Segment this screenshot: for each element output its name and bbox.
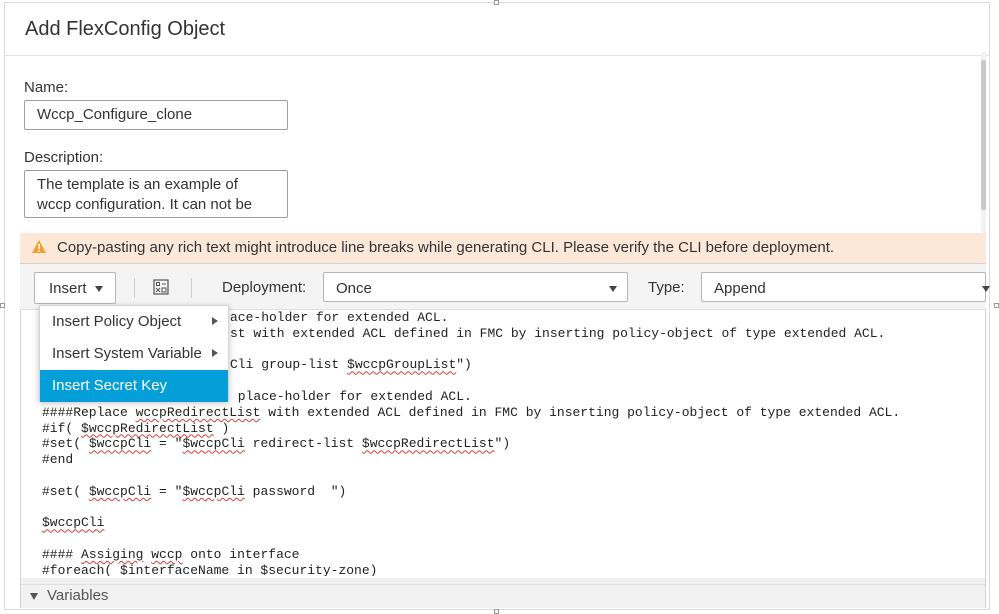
code-line: #end	[42, 452, 74, 468]
chevron-right-icon	[212, 349, 218, 357]
variables-label: Variables	[47, 587, 109, 604]
warning-icon	[32, 240, 46, 253]
warning-text: Copy-pasting any rich text might introdu…	[57, 239, 835, 256]
code-line: #set( $wccpCli = "$wccpCli password ")	[42, 483, 347, 499]
resize-handle[interactable]	[994, 303, 999, 308]
menu-item-insert-secret-key[interactable]: Insert Secret Key	[40, 370, 228, 402]
blank-template-icon[interactable]	[153, 279, 169, 295]
deployment-value: Once	[336, 280, 372, 297]
menu-item-label: Insert Secret Key	[52, 377, 168, 394]
insert-button-label: Insert	[49, 280, 87, 297]
form-scrollbar-thumb[interactable]	[981, 60, 986, 210]
resize-handle[interactable]	[494, 609, 499, 614]
menu-item-label: Insert System Variable	[52, 345, 202, 362]
code-line: #foreach( $interfaceName in $security-zo…	[42, 562, 378, 576]
description-line: wccp configuration. It can not be	[37, 196, 253, 213]
description-label: Description:	[24, 149, 104, 166]
menu-item-insert-policy-object[interactable]: Insert Policy Object	[40, 306, 228, 338]
menu-item-label: Insert Policy Object	[52, 313, 182, 330]
resize-handle[interactable]	[494, 0, 499, 5]
deployment-select[interactable]: Once	[323, 272, 628, 302]
menu-item-insert-system-variable[interactable]: Insert System Variable	[40, 338, 228, 370]
toolbar-divider	[134, 278, 135, 298]
chevron-down-icon	[982, 286, 990, 292]
description-textarea[interactable]: The template is an example of wccp confi…	[24, 170, 288, 218]
chevron-down-icon	[95, 286, 103, 292]
code-line: st with extended ACL defined in FMC by i…	[230, 325, 886, 341]
toolbar-divider	[191, 278, 192, 298]
description-line: The template is an example of	[37, 176, 238, 193]
variables-section-toggle[interactable]: Variables	[21, 584, 985, 608]
code-line: ace-holder for extended ACL.	[230, 310, 449, 325]
insert-dropdown-button[interactable]: Insert	[34, 272, 116, 304]
type-label: Type:	[648, 279, 685, 296]
code-line: $wccpCli	[42, 515, 105, 531]
name-label: Name:	[24, 79, 69, 96]
insert-dropdown-menu: Insert Policy Object Insert System Varia…	[39, 305, 229, 402]
chevron-down-icon	[609, 286, 617, 292]
warning-banner: Copy-pasting any rich text might introdu…	[20, 233, 986, 263]
code-line: #### Assiging wccp onto interface	[42, 547, 300, 562]
caret-down-icon	[30, 593, 38, 600]
type-select[interactable]: Append	[701, 272, 990, 302]
code-line: #set( $wccpCli = "$wccpCli redirect-list…	[42, 436, 511, 452]
name-input[interactable]: Wccp_Configure_clone	[24, 100, 288, 130]
code-line: #if( $wccpRedirectList )	[42, 420, 230, 436]
code-line: place-holder for extended ACL.	[230, 389, 472, 404]
deployment-label: Deployment:	[222, 279, 307, 296]
type-value: Append	[714, 280, 766, 297]
chevron-right-icon	[212, 317, 218, 325]
code-line: ####Replace wccpRedirectList with extend…	[42, 404, 901, 420]
resize-handle[interactable]	[0, 303, 5, 308]
dialog-header: Add FlexConfig Object	[5, 3, 989, 56]
code-line: Cli group-list $wccpGroupList")	[230, 357, 472, 373]
dialog-title: Add FlexConfig Object	[25, 18, 226, 40]
